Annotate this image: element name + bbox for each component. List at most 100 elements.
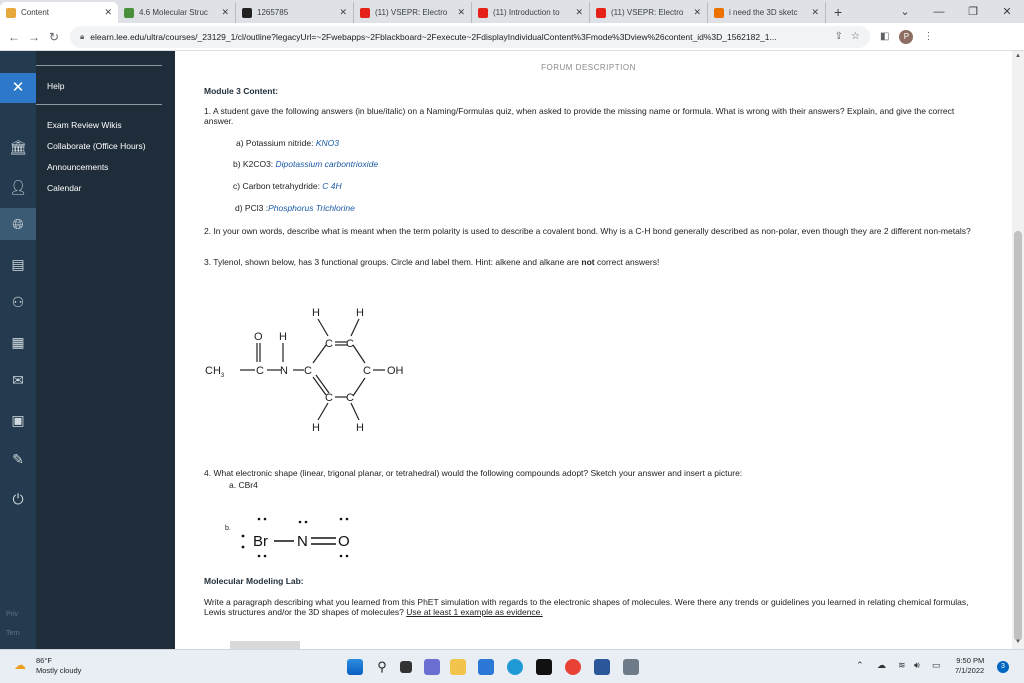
task-view-icon[interactable] — [400, 661, 412, 673]
courses-icon[interactable]: ▤ — [0, 248, 36, 280]
address-bar[interactable]: 🔒︎ elearn.lee.edu/ultra/courses/_23129_1… — [70, 25, 870, 48]
word-icon[interactable] — [594, 659, 610, 675]
scroll-down-icon[interactable]: ▼ — [1012, 639, 1024, 645]
sign-out-icon[interactable]: ⏻ — [0, 483, 36, 515]
teams-chat-icon[interactable] — [424, 659, 440, 675]
weather-widget[interactable]: 86°F Mostly cloudy — [36, 656, 81, 676]
close-menu-icon[interactable]: ✕ — [0, 73, 36, 103]
new-tab-button[interactable]: + — [826, 2, 850, 23]
question-1b-answer: Dipotassium carbontrioxide — [275, 159, 379, 169]
address-url[interactable]: elearn.lee.edu/ultra/courses/_23129_1/cl… — [90, 32, 826, 42]
windows-start-icon[interactable] — [347, 659, 363, 675]
chegg-icon — [714, 7, 724, 18]
menu-item-help[interactable]: Help — [47, 81, 64, 91]
module-title: Module 3 Content: — [204, 86, 279, 96]
menu-item-calendar[interactable]: Calendar — [47, 183, 82, 193]
globe-icon[interactable]: 🌐︎ — [0, 208, 36, 240]
calendar-icon[interactable]: ▦ — [0, 326, 36, 358]
restore-icon[interactable]: ❐ — [956, 5, 990, 18]
question-1d: d) PCl3 :Phosphorus Trichlorine — [235, 203, 355, 213]
lines-icon — [124, 7, 134, 18]
bb-icon — [242, 7, 252, 18]
system-clock[interactable]: 9:50 PM 7/1/2022 — [955, 656, 984, 676]
show-hidden-icons-icon[interactable]: ⌃ — [856, 660, 864, 671]
vertical-scrollbar[interactable]: ▲ ▼ — [1012, 51, 1024, 649]
institution-icon[interactable]: 🏛︎ — [0, 131, 36, 163]
tab-vsepr-2[interactable]: (11) VSEPR: Electro ✕ — [590, 2, 708, 23]
lewis-structure: Br N O — [241, 517, 350, 558]
tab-vsepr-1[interactable]: (11) VSEPR: Electro ✕ — [354, 2, 472, 23]
onedrive-icon[interactable]: ☁︎ — [877, 660, 886, 671]
camera-icon[interactable] — [623, 659, 639, 675]
question-4: 4. What electronic shape (linear, trigon… — [204, 468, 743, 478]
tab-molecular-structure[interactable]: 4.6 Molecular Struc ✕ — [118, 2, 236, 23]
forum-description-header: FORUM DESCRIPTION — [541, 63, 636, 72]
store-icon[interactable] — [478, 659, 494, 675]
nitrogen-label: N — [280, 365, 288, 377]
weather-temp: 86°F — [36, 656, 52, 665]
clock-time: 9:50 PM — [956, 656, 985, 665]
close-tab-icon[interactable]: ✕ — [221, 7, 229, 18]
window-close-icon[interactable]: ✕ — [990, 5, 1024, 18]
wifi-icon[interactable]: ≋ — [898, 660, 906, 671]
tab-title: i need the 3D sketc — [729, 8, 798, 17]
menu-divider — [36, 104, 162, 105]
battery-icon[interactable]: ▭ — [932, 660, 941, 671]
bottom-placeholder — [230, 641, 300, 649]
tylenol-structure: CH3 C O N H C C C C C C OH H H H H — [205, 307, 404, 434]
lab-evidence-link[interactable]: Use at least 1 example as evidence. — [406, 607, 543, 617]
lab-paragraph: Write a paragraph describing what you le… — [204, 597, 969, 617]
lock-icon[interactable]: 🔒︎ — [80, 32, 84, 42]
scroll-thumb[interactable] — [1014, 231, 1022, 641]
screen: Content ✕ 4.6 Molecular Struc ✕ 1265785 … — [0, 0, 1024, 683]
oxygen-label: O — [254, 331, 263, 343]
netflix-icon[interactable] — [536, 659, 552, 675]
close-tab-icon[interactable]: ✕ — [104, 7, 112, 18]
ring-hydrogen-4: H — [356, 422, 364, 434]
edge-icon[interactable] — [507, 659, 523, 675]
tab-chegg[interactable]: i need the 3D sketc ✕ — [708, 2, 826, 23]
terms-link[interactable]: Tern — [6, 630, 20, 637]
sidebar-icon[interactable]: ◧ — [880, 31, 889, 42]
messages-icon[interactable]: ✉ — [0, 364, 36, 396]
minimize-icon[interactable]: — — [922, 6, 956, 18]
question-3: 3. Tylenol, shown below, has 3 functiona… — [204, 257, 979, 267]
grades-icon[interactable]: ▣ — [0, 404, 36, 436]
question-1: 1. A student gave the following answers … — [204, 106, 955, 126]
address-bar-row: ← → ↻ 🔒︎ elearn.lee.edu/ultra/courses/_2… — [0, 23, 1024, 51]
menu-item-collaborate[interactable]: Collaborate (Office Hours) — [47, 141, 146, 151]
back-icon[interactable]: ← — [4, 30, 24, 44]
search-icon[interactable]: ⚲ — [374, 659, 390, 675]
organizations-icon[interactable]: ⚇ — [0, 286, 36, 318]
close-tab-icon[interactable]: ✕ — [457, 7, 465, 18]
profile-avatar[interactable]: P — [899, 29, 914, 44]
tab-title: (11) Introduction to — [493, 8, 560, 17]
lab-title: Molecular Modeling Lab: — [204, 576, 304, 586]
close-tab-icon[interactable]: ✕ — [339, 7, 347, 18]
profile-icon[interactable]: 👤︎ — [0, 171, 36, 203]
menu-kebab-icon[interactable]: ⋮ — [923, 31, 933, 42]
weather-icon[interactable]: ☁︎ — [14, 658, 26, 672]
forward-icon[interactable]: → — [24, 30, 44, 44]
tab-title: 1265785 — [257, 8, 289, 17]
tab-content[interactable]: Content ✕ — [0, 2, 118, 23]
menu-item-announcements[interactable]: Announcements — [47, 162, 108, 172]
volume-icon[interactable]: 🔊︎ — [914, 660, 920, 671]
menu-item-exam-review-wikis[interactable]: Exam Review Wikis — [47, 120, 122, 130]
tab-1265785[interactable]: 1265785 ✕ — [236, 2, 354, 23]
close-tab-icon[interactable]: ✕ — [811, 7, 819, 18]
reload-icon[interactable]: ↻ — [44, 30, 64, 44]
tab-introduction[interactable]: (11) Introduction to ✕ — [472, 2, 590, 23]
privacy-link[interactable]: Priv — [6, 611, 18, 618]
notification-badge[interactable]: 3 — [997, 661, 1009, 673]
bookmark-star-icon[interactable]: ☆ — [851, 31, 860, 42]
share-icon[interactable]: ⇪ — [835, 31, 843, 42]
tab-search-icon[interactable]: ⌄ — [888, 5, 922, 18]
scroll-up-icon[interactable]: ▲ — [1012, 53, 1024, 59]
chrome-icon[interactable] — [565, 659, 581, 675]
file-explorer-icon[interactable] — [450, 659, 466, 675]
close-tab-icon[interactable]: ✕ — [693, 7, 701, 18]
tools-icon[interactable]: ✎ — [0, 443, 36, 475]
close-tab-icon[interactable]: ✕ — [575, 7, 583, 18]
tab-title: (11) VSEPR: Electro — [375, 8, 448, 17]
